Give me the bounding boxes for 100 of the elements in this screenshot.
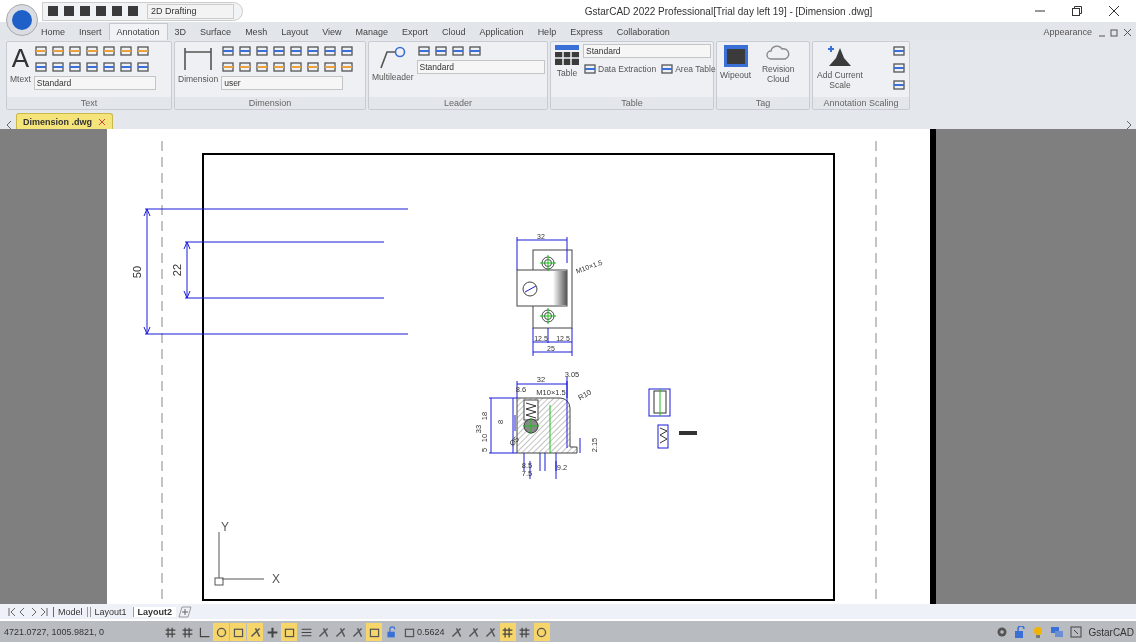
app-logo-icon[interactable] bbox=[6, 4, 38, 36]
ribbon-tab[interactable]: View bbox=[315, 24, 349, 40]
text-tool-icon[interactable] bbox=[50, 60, 65, 74]
text-tool-icon[interactable] bbox=[84, 44, 99, 58]
light-bulb-icon[interactable] bbox=[1032, 626, 1045, 638]
annotation-scale-dropdown[interactable]: 0.5624 bbox=[400, 625, 448, 639]
add-scale-icon[interactable] bbox=[827, 44, 853, 68]
layout-tab[interactable]: Layout2 bbox=[132, 606, 177, 617]
leader-tool-icon[interactable] bbox=[467, 44, 482, 58]
text-tool-icon[interactable] bbox=[67, 60, 82, 74]
wipeout-button[interactable]: Wipeout bbox=[720, 70, 752, 80]
detail-view-drawing bbox=[648, 388, 697, 449]
text-tool-icon[interactable] bbox=[50, 44, 65, 58]
chat-icon[interactable] bbox=[1050, 626, 1065, 638]
text-style-dropdown[interactable]: Standard bbox=[33, 76, 156, 90]
dimension-tool-icon[interactable] bbox=[323, 44, 338, 58]
ribbon-tab[interactable]: Annotation bbox=[108, 23, 168, 40]
text-tool-icon[interactable] bbox=[135, 44, 150, 58]
plus-icon bbox=[265, 625, 279, 639]
dimension-tool-icon[interactable] bbox=[306, 44, 321, 58]
ucs-axes-icon bbox=[214, 531, 265, 586]
dimension-tool-icon[interactable] bbox=[272, 44, 287, 58]
leader-tool-icon[interactable] bbox=[450, 44, 465, 58]
angle-icon bbox=[197, 625, 211, 639]
ribbon-tab[interactable]: Application bbox=[472, 24, 531, 40]
leader-tool-icon[interactable] bbox=[416, 44, 431, 58]
dimension-tool-icon[interactable] bbox=[221, 44, 236, 58]
appearance-menu[interactable]: Appearance bbox=[1043, 27, 1092, 37]
area-table-icon[interactable] bbox=[660, 62, 675, 76]
scale-tool-icon[interactable] bbox=[892, 78, 906, 92]
revision-cloud-button[interactable]: Revision Cloud bbox=[754, 64, 803, 84]
dimension-tool-icon[interactable] bbox=[272, 60, 287, 74]
text-tool-icon[interactable] bbox=[135, 60, 150, 74]
panel-title: Tag bbox=[755, 98, 771, 108]
ribbon-controls-icon[interactable] bbox=[1098, 27, 1132, 37]
leader-tool-icon[interactable] bbox=[433, 44, 448, 58]
app-name-label: GstarCAD bbox=[1088, 626, 1134, 638]
dimension-tool-icon[interactable] bbox=[238, 44, 253, 58]
close-icon[interactable] bbox=[1108, 5, 1120, 17]
cursor-coordinates: 4721.0727, 1005.9821, 0 bbox=[4, 627, 106, 637]
ribbon-tab[interactable]: Help bbox=[530, 24, 564, 40]
ribbon-tab[interactable]: Mesh bbox=[238, 24, 275, 40]
gear-icon[interactable] bbox=[996, 626, 1009, 638]
ribbon-tab[interactable]: Layout bbox=[274, 24, 316, 40]
ribbon-tab[interactable]: 3D bbox=[167, 24, 194, 40]
dimension-tool-icon[interactable] bbox=[289, 60, 304, 74]
ribbon-tab[interactable]: Insert bbox=[72, 24, 109, 40]
text-tool-icon[interactable] bbox=[101, 44, 116, 58]
text-tool-icon[interactable] bbox=[33, 60, 48, 74]
workspace-dropdown[interactable]: 2D Drafting bbox=[147, 3, 234, 19]
restore-icon[interactable] bbox=[1071, 5, 1083, 17]
wipeout-icon[interactable] bbox=[722, 44, 749, 68]
mtext-button[interactable]: Mtext bbox=[10, 74, 31, 84]
model-tab[interactable]: Model bbox=[53, 606, 88, 617]
add-layout-icon[interactable] bbox=[178, 605, 193, 618]
add-current-scale-button[interactable]: Add Current Scale bbox=[816, 70, 864, 90]
layout-tab[interactable]: Layout1 bbox=[89, 606, 131, 617]
text-tool-icon[interactable] bbox=[118, 60, 133, 74]
scale-tool-icon[interactable] bbox=[892, 61, 906, 75]
panel-title: Text bbox=[80, 98, 98, 108]
dimension-tool-icon[interactable] bbox=[255, 44, 270, 58]
leader-style-dropdown[interactable]: Standard bbox=[416, 60, 545, 74]
cloud-icon[interactable] bbox=[766, 44, 791, 62]
dimension-tool-icon[interactable] bbox=[323, 60, 338, 74]
text-tool-icon[interactable] bbox=[33, 44, 48, 58]
ribbon-tab[interactable]: Express bbox=[563, 24, 610, 40]
table-button[interactable]: Table bbox=[556, 68, 578, 78]
scale-tool-icon[interactable] bbox=[892, 44, 906, 58]
dimension-tool-icon[interactable] bbox=[289, 44, 304, 58]
dimension-tool-icon[interactable] bbox=[221, 60, 236, 74]
ribbon-tab[interactable]: Export bbox=[395, 24, 436, 40]
ribbon-tab[interactable]: Home bbox=[34, 24, 72, 40]
ribbon-tab[interactable]: Cloud bbox=[435, 24, 473, 40]
dimension-text: 50 bbox=[131, 265, 143, 279]
ribbon-tab[interactable]: Surface bbox=[193, 24, 239, 40]
data-extraction-icon[interactable] bbox=[583, 62, 597, 76]
table-style-dropdown[interactable]: Standard bbox=[583, 44, 711, 58]
text-tool-icon[interactable] bbox=[84, 60, 99, 74]
dimension-tool-icon[interactable] bbox=[255, 60, 270, 74]
multileader-button[interactable]: Multileader bbox=[372, 72, 414, 82]
ribbon-tab[interactable]: Collaboration bbox=[609, 24, 677, 40]
dimension-tool-icon[interactable] bbox=[238, 60, 253, 74]
fullscreen-icon[interactable] bbox=[1070, 626, 1083, 638]
lock-icon[interactable] bbox=[1014, 626, 1027, 638]
area-table-button[interactable]: Area Table bbox=[660, 62, 716, 76]
tab-navigation-icon[interactable] bbox=[8, 607, 48, 616]
dimension-button[interactable]: Dimension bbox=[178, 74, 219, 84]
text-tool-icon[interactable] bbox=[118, 44, 133, 58]
dimension-style-dropdown[interactable]: user bbox=[221, 76, 344, 90]
mtext-glyph[interactable]: A bbox=[11, 44, 30, 72]
text-tool-icon[interactable] bbox=[101, 60, 116, 74]
grid-icon bbox=[163, 625, 177, 639]
text-tool-icon[interactable] bbox=[67, 44, 82, 58]
document-tab[interactable]: Dimension .dwg bbox=[16, 113, 113, 129]
dimension-tool-icon[interactable] bbox=[340, 44, 355, 58]
ribbon-tab[interactable]: Manage bbox=[348, 24, 396, 40]
dimension-tool-icon[interactable] bbox=[340, 60, 355, 74]
status-toggle-button[interactable] bbox=[230, 623, 246, 641]
dimension-tool-icon[interactable] bbox=[306, 60, 321, 74]
data-extraction-button[interactable]: Data Extraction bbox=[583, 62, 657, 76]
